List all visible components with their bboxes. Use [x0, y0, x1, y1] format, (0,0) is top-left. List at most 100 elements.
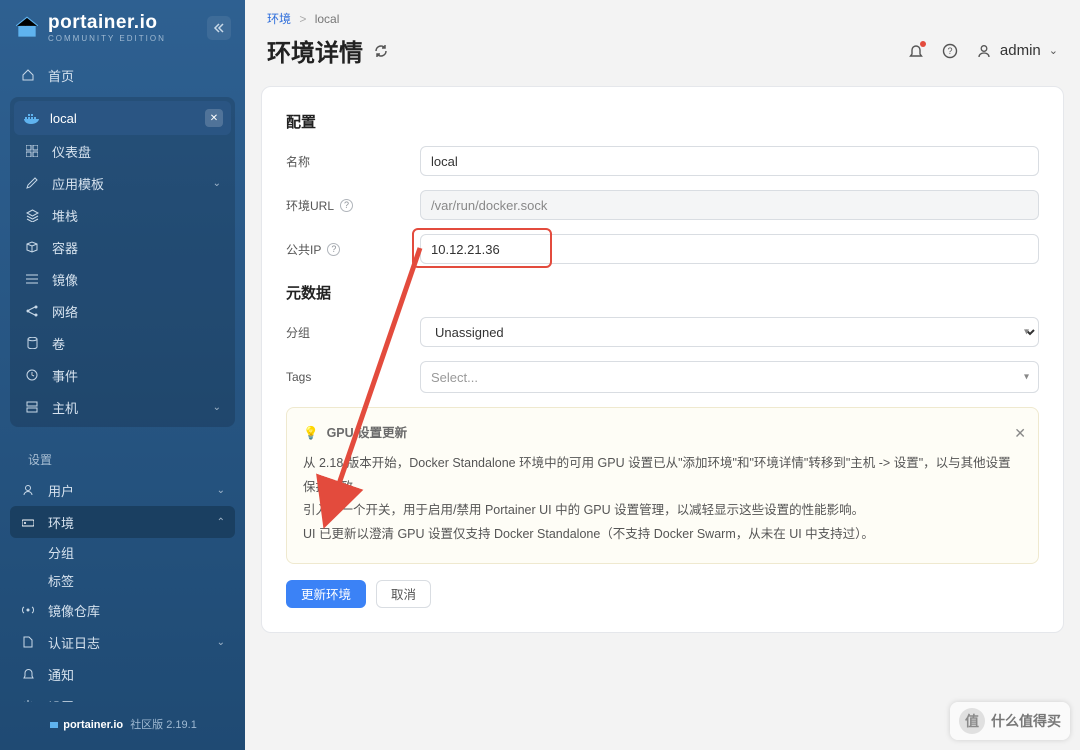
sidebar-collapse-button[interactable]: [207, 16, 231, 40]
settings-section-label: 设置: [10, 437, 235, 474]
cancel-button[interactable]: 取消: [376, 580, 431, 608]
env-nav-group: local ✕ 仪表盘 应用模板⌄ 堆栈 容器 镜像 网络 卷 事件 主机 ⌄: [10, 97, 235, 427]
help-icon[interactable]: ?: [340, 199, 353, 212]
logo-row: portainer.io COMMUNITY EDITION: [0, 0, 245, 51]
sidebar-item-label: 分组: [48, 543, 74, 562]
sidebar-sub-tags[interactable]: 标签: [10, 566, 235, 594]
info-line: 从 2.18 版本开始，Docker Standalone 环境中的可用 GPU…: [303, 452, 1022, 500]
sidebar-item-host[interactable]: 主机 ⌄: [14, 391, 231, 423]
env-name: local: [50, 111, 77, 126]
user-name: admin: [1000, 42, 1041, 59]
sidebar-item-images[interactable]: 镜像: [14, 263, 231, 295]
gpu-info-box: ✕ 💡 GPU 设置更新 从 2.18 版本开始，Docker Standalon…: [286, 407, 1039, 564]
clock-icon: [24, 369, 40, 381]
chevron-down-icon: ⌄: [217, 637, 225, 648]
group-label: 分组: [286, 324, 420, 341]
name-input[interactable]: [420, 146, 1039, 176]
info-title-text: GPU 设置更新: [327, 422, 408, 446]
footer-version: portainer.io 社区版 2.19.1: [0, 702, 245, 750]
box-icon: [24, 241, 40, 253]
info-line: 引入了一个开关，用于启用/禁用 Portainer UI 中的 GPU 设置管理…: [303, 499, 1022, 523]
refresh-button[interactable]: [373, 43, 389, 59]
sidebar-item-label: 镜像仓库: [48, 601, 100, 620]
list-icon: [24, 274, 40, 284]
sidebar-item-environments[interactable]: 环境 ⌃: [10, 506, 235, 538]
user-icon: [976, 43, 992, 59]
sidebar-item-users[interactable]: 用户 ⌄: [10, 474, 235, 506]
sidebar: portainer.io COMMUNITY EDITION 首页 local …: [0, 0, 245, 750]
brand-edition: COMMUNITY EDITION: [48, 34, 166, 43]
sidebar-item-stacks[interactable]: 堆栈: [14, 199, 231, 231]
file-icon: [20, 636, 36, 648]
brand-name: portainer.io: [48, 12, 166, 34]
tags-label: Tags: [286, 370, 420, 384]
save-button[interactable]: 更新环境: [286, 580, 366, 608]
sidebar-item-authlogs[interactable]: 认证日志⌄: [10, 626, 235, 658]
sidebar-item-settings[interactable]: 设置⌄: [10, 690, 235, 702]
breadcrumb-root[interactable]: 环境: [267, 12, 291, 26]
page-title: 环境详情: [267, 33, 363, 68]
radio-icon: [20, 605, 36, 615]
breadcrumb-current: local: [315, 12, 340, 26]
help-icon[interactable]: ?: [327, 243, 340, 256]
sidebar-item-label: 堆栈: [52, 206, 78, 225]
sidebar-item-templates[interactable]: 应用模板⌄: [14, 167, 231, 199]
logo-icon: [14, 15, 40, 41]
chevron-down-icon: ⌄: [217, 485, 225, 496]
sidebar-item-label: 通知: [48, 665, 74, 684]
breadcrumb: 环境 > local: [267, 10, 1058, 27]
info-close-button[interactable]: ✕: [1014, 420, 1026, 447]
sidebar-item-dashboard[interactable]: 仪表盘: [14, 135, 231, 167]
notifications-button[interactable]: [908, 43, 924, 59]
sidebar-item-label: 主机: [52, 398, 78, 417]
share-icon: [24, 305, 40, 317]
sidebar-item-networks[interactable]: 网络: [14, 295, 231, 327]
main-content: 环境 > local 环境详情 ? admin ⌄ 配置 名称 环境U: [245, 0, 1080, 750]
layers-icon: [24, 209, 40, 222]
hdd-icon: [20, 517, 36, 527]
sidebar-item-label: 镜像: [52, 270, 78, 289]
ip-label: 公共IP: [286, 241, 321, 258]
grid-icon: [24, 145, 40, 157]
sidebar-sub-groups[interactable]: 分组: [10, 538, 235, 566]
chevron-down-icon: ⌄: [1049, 44, 1058, 57]
edit-icon: [24, 177, 40, 189]
sidebar-item-events[interactable]: 事件: [14, 359, 231, 391]
sidebar-item-label: 用户: [48, 481, 74, 500]
group-select[interactable]: Unassigned: [420, 317, 1039, 347]
bell-icon: [20, 668, 36, 680]
server-icon: [24, 401, 40, 413]
user-menu[interactable]: admin ⌄: [976, 42, 1058, 59]
section-meta-heading: 元数据: [286, 282, 1039, 303]
sidebar-item-label: 事件: [52, 366, 78, 385]
help-button[interactable]: ?: [942, 43, 958, 59]
public-ip-input[interactable]: [420, 234, 1039, 264]
chevron-down-icon: ⌄: [213, 402, 221, 413]
sidebar-item-volumes[interactable]: 卷: [14, 327, 231, 359]
watermark: 值 什么值得买: [950, 702, 1070, 740]
chevron-up-icon: ⌃: [217, 517, 225, 528]
lightbulb-icon: 💡: [303, 422, 319, 446]
sidebar-item-home[interactable]: 首页: [10, 59, 235, 91]
svg-text:?: ?: [947, 46, 952, 56]
env-form-card: 配置 名称 环境URL? 公共IP? 元数据 分组 Unassigned ▾ T…: [261, 86, 1064, 633]
sidebar-item-label: 标签: [48, 571, 74, 590]
env-selector[interactable]: local ✕: [14, 101, 231, 135]
sidebar-item-label: 应用模板: [52, 174, 104, 193]
watermark-icon: 值: [959, 708, 985, 734]
sidebar-item-label: 环境: [48, 513, 74, 532]
sidebar-item-label: 卷: [52, 334, 65, 353]
chevron-double-left-icon: [213, 22, 225, 34]
env-close-button[interactable]: ✕: [205, 109, 223, 127]
section-config-heading: 配置: [286, 111, 1039, 132]
watermark-text: 什么值得买: [991, 711, 1061, 731]
docker-icon: [24, 111, 40, 125]
sidebar-item-notifications[interactable]: 通知: [10, 658, 235, 690]
sidebar-item-containers[interactable]: 容器: [14, 231, 231, 263]
tags-select[interactable]: Select...: [420, 361, 1039, 393]
name-label: 名称: [286, 153, 420, 170]
chevron-down-icon: ⌄: [217, 701, 225, 703]
sidebar-item-label: 仪表盘: [52, 142, 91, 161]
sidebar-item-registries[interactable]: 镜像仓库: [10, 594, 235, 626]
database-icon: [24, 337, 40, 349]
